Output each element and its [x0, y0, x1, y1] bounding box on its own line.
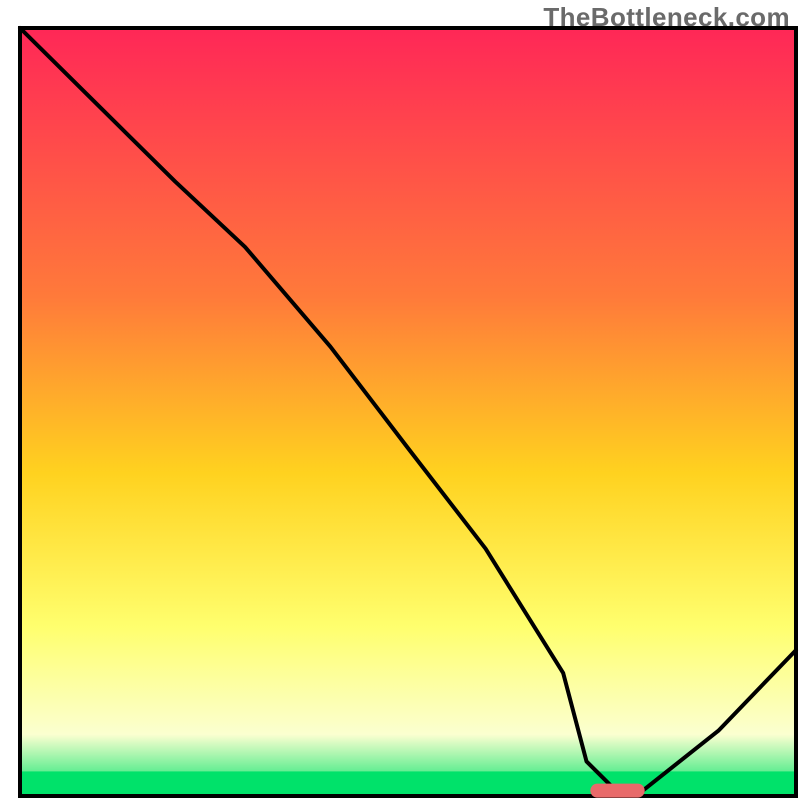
green-band	[20, 771, 796, 796]
optimal-marker	[590, 784, 644, 798]
chart-stage: TheBottleneck.com	[0, 0, 800, 800]
plot-area	[20, 28, 796, 798]
bottleneck-chart	[0, 0, 800, 800]
